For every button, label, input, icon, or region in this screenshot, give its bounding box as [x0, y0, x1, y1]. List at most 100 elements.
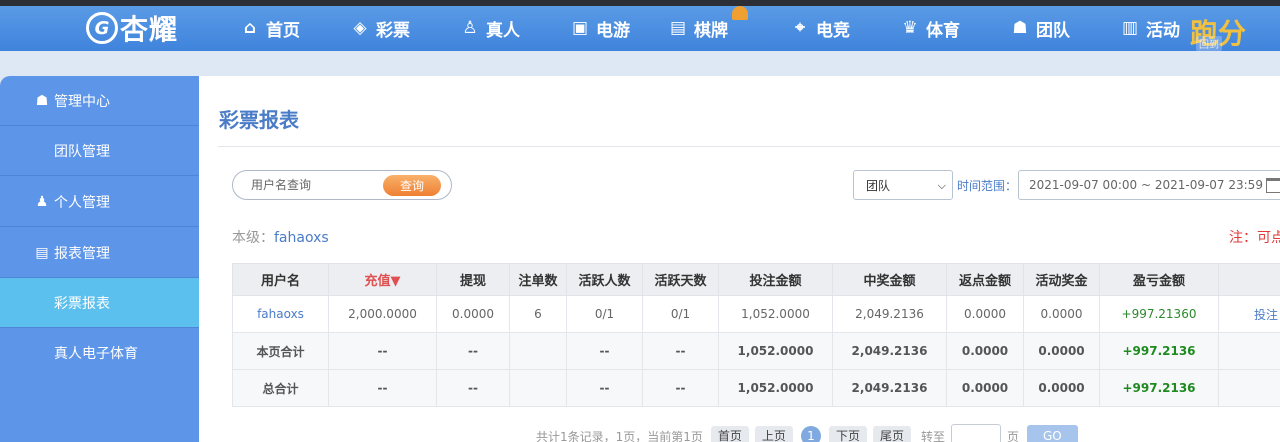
cell-actions [1218, 332, 1280, 370]
trophy-icon: ♛ [902, 18, 918, 38]
nav-item-label: 电竞 [816, 20, 850, 41]
cell-win-amount: 2,049.2136 [832, 369, 947, 407]
sidebar-item-label: 彩票报表 [54, 295, 110, 312]
col-header-withdraw: 提现 [436, 263, 510, 296]
sidebar-item-personal-management[interactable]: ♟ 个人管理 [0, 177, 199, 227]
sidebar-item-management-center[interactable]: ☗ 管理中心 [0, 76, 199, 126]
nav-item-sports[interactable]: ♛ 体育 [900, 14, 960, 42]
time-range-label: 时间范围： [957, 179, 1018, 193]
nav-item-lottery[interactable]: ◈ 彩票 [350, 14, 410, 42]
cell-rebate: 0.0000 [946, 369, 1024, 407]
cell-profit: +997.2136 [1099, 369, 1219, 407]
nav-item-live[interactable]: ♙ 真人 [460, 14, 520, 42]
search-box: 查询 [232, 170, 452, 200]
goto-label: 转至 [920, 429, 945, 442]
scope-select[interactable]: 团队 ⌵ [853, 170, 953, 200]
sidebar: ☗ 管理中心 团队管理 ♟ 个人管理 ▤ 报表管理 彩票报表 真人电子体育 [0, 76, 199, 442]
first-page-button[interactable]: 首页 [710, 426, 749, 442]
pagination: 共计1条记录，1页，当前第1页 首页 上页 1 下页 尾页 转至 页 GO [536, 424, 1078, 442]
person-icon: ♙ [462, 18, 478, 38]
prev-page-button[interactable]: 上页 [754, 426, 793, 442]
col-header-deposit-sort[interactable]: 充值▼ [328, 263, 437, 296]
col-header-bet-count: 注单数 [509, 263, 567, 296]
cell-rebate: 0.0000 [946, 295, 1024, 333]
cell-bet-amount: 1,052.0000 [718, 369, 833, 407]
col-header-active-days: 活跃天数 [642, 263, 719, 296]
sidebar-item-label: 个人管理 [54, 194, 110, 211]
last-page-button[interactable]: 尾页 [872, 426, 911, 442]
hot-badge-icon [732, 6, 748, 20]
col-header-actions [1218, 263, 1280, 296]
goto-page-input[interactable] [950, 424, 1001, 442]
nav-item-home[interactable]: ⌂ 首页 [240, 14, 300, 42]
nav-item-promotions[interactable]: ▥ 活动 [1120, 14, 1180, 42]
cell-active-days: 0/1 [642, 295, 719, 333]
go-button[interactable]: GO [1027, 425, 1078, 442]
cell-withdraw: -- [436, 369, 510, 407]
table-row-grand-total: 总合计 -- -- -- -- 1,052.0000 2,049.2136 0.… [232, 369, 1280, 407]
nav-right-small-label: 回到 [1196, 36, 1222, 51]
report-table: 用户名 充值▼ 提现 注单数 活跃人数 活跃天数 投注金额 中奖金额 返点金额 … [232, 263, 1280, 407]
calendar-icon[interactable] [1266, 178, 1280, 193]
sidebar-item-team-management[interactable]: 团队管理 [0, 126, 199, 176]
gift-icon: ▥ [1121, 18, 1139, 38]
cell-withdraw: 0.0000 [436, 295, 510, 333]
cell-profit: +997.21360 [1099, 295, 1219, 333]
nav-item-cards[interactable]: ▤ 棋牌 [668, 6, 748, 42]
nav-item-team[interactable]: ☗ 团队 [1010, 14, 1070, 42]
sidebar-item-label: 管理中心 [54, 93, 110, 110]
nav-item-label: 首页 [266, 20, 300, 41]
next-page-button[interactable]: 下页 [828, 426, 867, 442]
report-icon: ▤ [35, 244, 49, 261]
logo-text: 杏耀 [120, 13, 179, 46]
gamepad-icon: ⌖ [795, 18, 805, 38]
sidebar-item-lottery-report[interactable]: 彩票报表 [0, 278, 199, 328]
username-search-input[interactable] [251, 176, 381, 194]
cell-active-users: -- [566, 369, 643, 407]
top-navbar: G 杏耀 ⌂ 首页 ◈ 彩票 ♙ 真人 ▣ 电游 ▤ 棋牌 ⌖ 电竞 ♛ 体育 … [0, 6, 1280, 51]
nav-item-label: 彩票 [376, 20, 410, 41]
nav-item-label: 体育 [926, 20, 960, 41]
col-header-username: 用户名 [232, 263, 329, 296]
cell-bet-count: 6 [509, 295, 567, 333]
table-row-page-total: 本页合计 -- -- -- -- 1,052.0000 2,049.2136 0… [232, 332, 1280, 370]
page-title: 彩票报表 [219, 108, 299, 132]
nav-item-label: 棋牌 [694, 20, 728, 41]
sidebar-item-report-management[interactable]: ▤ 报表管理 [0, 228, 199, 278]
date-range-value: 2021-09-07 00:00 ~ 2021-09-07 23:59 [1029, 178, 1263, 192]
nav-item-esports[interactable]: ⌖ 电竞 [790, 14, 850, 42]
pagination-summary: 共计1条记录，1页，当前第1页 [536, 429, 703, 442]
cell-bet-count [509, 332, 567, 370]
cell-rebate: 0.0000 [946, 332, 1024, 370]
nav-item-label: 活动 [1146, 20, 1180, 41]
sidebar-item-label: 报表管理 [54, 245, 110, 262]
cell-row-label: 本页合计 [232, 332, 329, 370]
brand-logo[interactable]: G 杏耀 [86, 10, 178, 46]
col-header-bet-amount: 投注金额 [718, 263, 833, 296]
current-page-indicator[interactable]: 1 [800, 426, 821, 442]
cell-active-days: -- [642, 369, 719, 407]
sidebar-item-label: 团队管理 [54, 143, 110, 160]
cell-bet-count [509, 369, 567, 407]
search-button[interactable]: 查询 [383, 175, 441, 196]
cell-username[interactable]: fahaoxs [232, 295, 329, 333]
slot-machine-icon: ▣ [571, 18, 589, 38]
bet-detail-link[interactable]: 投注 [1218, 295, 1280, 333]
note-text: 注：可点 [1229, 230, 1280, 246]
cell-active-users: -- [566, 332, 643, 370]
date-range-input[interactable]: 2021-09-07 00:00 ~ 2021-09-07 23:59 [1018, 170, 1280, 200]
page-unit-label: 页 [1006, 429, 1019, 442]
col-header-profit: 盈亏金额 [1099, 263, 1219, 296]
cell-win-amount: 2,049.2136 [832, 295, 947, 333]
cell-active-users: 0/1 [566, 295, 643, 333]
logo-emblem-icon: G [86, 12, 118, 44]
main-panel: 彩票报表 查询 团队 ⌵ 时间范围： 2021-09-07 00:00 ~ 20… [199, 76, 1280, 442]
cell-deposit: -- [328, 369, 437, 407]
sidebar-item-live-slots-sports[interactable]: 真人电子体育 [0, 328, 199, 378]
nav-item-slots[interactable]: ▣ 电游 [570, 14, 630, 42]
scope-select-value: 团队 [866, 178, 891, 193]
level-username[interactable]: fahaoxs [274, 230, 329, 246]
cell-bet-amount: 1,052.0000 [718, 332, 833, 370]
cell-win-amount: 2,049.2136 [832, 332, 947, 370]
cards-icon: ▤ [669, 18, 687, 38]
